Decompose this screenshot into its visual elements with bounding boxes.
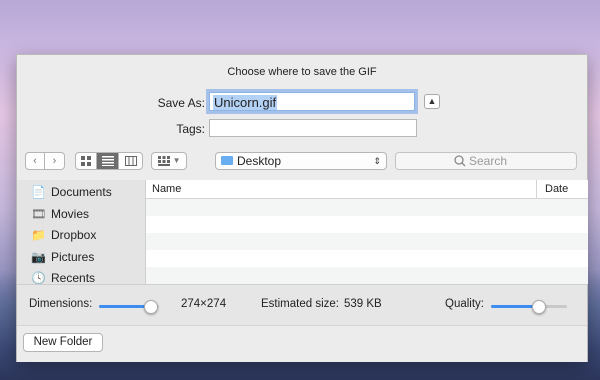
sidebar-item-recents[interactable]: 🕓 Recents <box>31 268 95 284</box>
location-value: Desktop <box>237 154 282 168</box>
sidebar-item-movies[interactable]: 🎞 Movies <box>31 204 89 224</box>
columns-icon <box>124 156 137 166</box>
sidebar-item-label: Documents <box>51 185 112 199</box>
save-as-value: Unicorn.gif <box>213 95 278 110</box>
gallery-icon <box>157 156 170 166</box>
recents-icon: 🕓 <box>31 271 46 284</box>
quality-slider-fill <box>491 305 538 308</box>
list-row <box>146 233 588 250</box>
dialog-title: Choose where to save the GIF <box>227 66 377 78</box>
icon-view-button[interactable] <box>75 152 97 170</box>
documents-icon: 📄 <box>31 185 46 199</box>
search-placeholder: Search <box>469 154 508 168</box>
grid-icon <box>81 156 91 166</box>
sidebar-item-label: Pictures <box>51 250 95 264</box>
list-row <box>146 250 588 267</box>
updown-chevron-icon: ⇕ <box>373 156 381 166</box>
list-row <box>146 199 588 216</box>
gif-options-bar: Dimensions: 274×274 Estimated size: 539 … <box>17 284 587 325</box>
quality-label: Quality: <box>445 298 484 310</box>
chevron-right-icon: › <box>52 155 57 167</box>
quality-slider[interactable] <box>491 300 567 314</box>
sidebar-item-pictures[interactable]: 📷 Pictures <box>31 247 94 267</box>
dialog-footer: New Folder <box>17 325 587 362</box>
tags-label: Tags: <box>176 122 205 136</box>
search-input[interactable]: Search <box>395 152 577 170</box>
location-popup[interactable]: Desktop ⇕ <box>215 152 387 170</box>
sidebar-item-documents[interactable]: 📄 Documents <box>31 182 112 202</box>
search-icon <box>454 155 466 167</box>
list-icon <box>101 156 114 166</box>
back-button[interactable]: ‹ <box>25 152 45 170</box>
quality-slider-knob[interactable] <box>532 300 546 314</box>
save-as-field[interactable]: Unicorn.gif <box>209 92 415 111</box>
estimated-size-value: 539 KB <box>344 298 382 310</box>
tags-field[interactable] <box>209 119 417 137</box>
new-folder-button[interactable]: New Folder <box>23 333 103 352</box>
chevron-down-icon: ▼ <box>172 156 181 165</box>
column-view-button[interactable] <box>119 152 143 170</box>
list-row <box>146 216 588 233</box>
dimensions-value: 274×274 <box>181 298 227 310</box>
gallery-view-menu[interactable]: ▼ <box>151 152 187 170</box>
sidebar: 📄 Documents 🎞 Movies 📁 Dropbox 📷 Pictures 🕓 R… <box>17 180 145 284</box>
dimensions-slider[interactable] <box>99 300 159 314</box>
sidebar-item-label: Dropbox <box>51 228 97 242</box>
save-dialog: Choose where to save the GIF Save As: Un… <box>16 54 588 362</box>
list-row <box>146 267 588 284</box>
dimensions-slider-knob[interactable] <box>144 300 158 314</box>
column-header-name[interactable]: Name <box>152 180 181 198</box>
chevron-up-icon: ▲ <box>427 96 437 106</box>
file-list[interactable]: Name Date Mod <box>145 180 588 284</box>
dimensions-label: Dimensions: <box>29 298 93 310</box>
dimensions-slider-fill <box>99 305 150 308</box>
folder-icon <box>221 156 233 165</box>
list-view-button[interactable] <box>97 152 119 170</box>
sidebar-item-dropbox[interactable]: 📁 Dropbox <box>31 225 96 245</box>
file-list-header: Name Date Mod <box>146 180 588 213</box>
sidebar-item-label: Recents <box>51 271 96 284</box>
chevron-left-icon: ‹ <box>33 155 37 167</box>
movies-icon: 🎞 <box>31 207 47 221</box>
camera-icon: 📷 <box>31 250 46 264</box>
folder-icon: 📁 <box>31 228 46 242</box>
save-as-label: Save As: <box>157 96 205 110</box>
column-header-date[interactable]: Date Mod <box>536 180 588 213</box>
estimated-size-label: Estimated size: <box>261 298 339 310</box>
forward-button[interactable]: › <box>45 152 65 170</box>
expand-dialog-button[interactable]: ▲ <box>424 94 440 109</box>
sidebar-item-label: Movies <box>51 207 90 221</box>
